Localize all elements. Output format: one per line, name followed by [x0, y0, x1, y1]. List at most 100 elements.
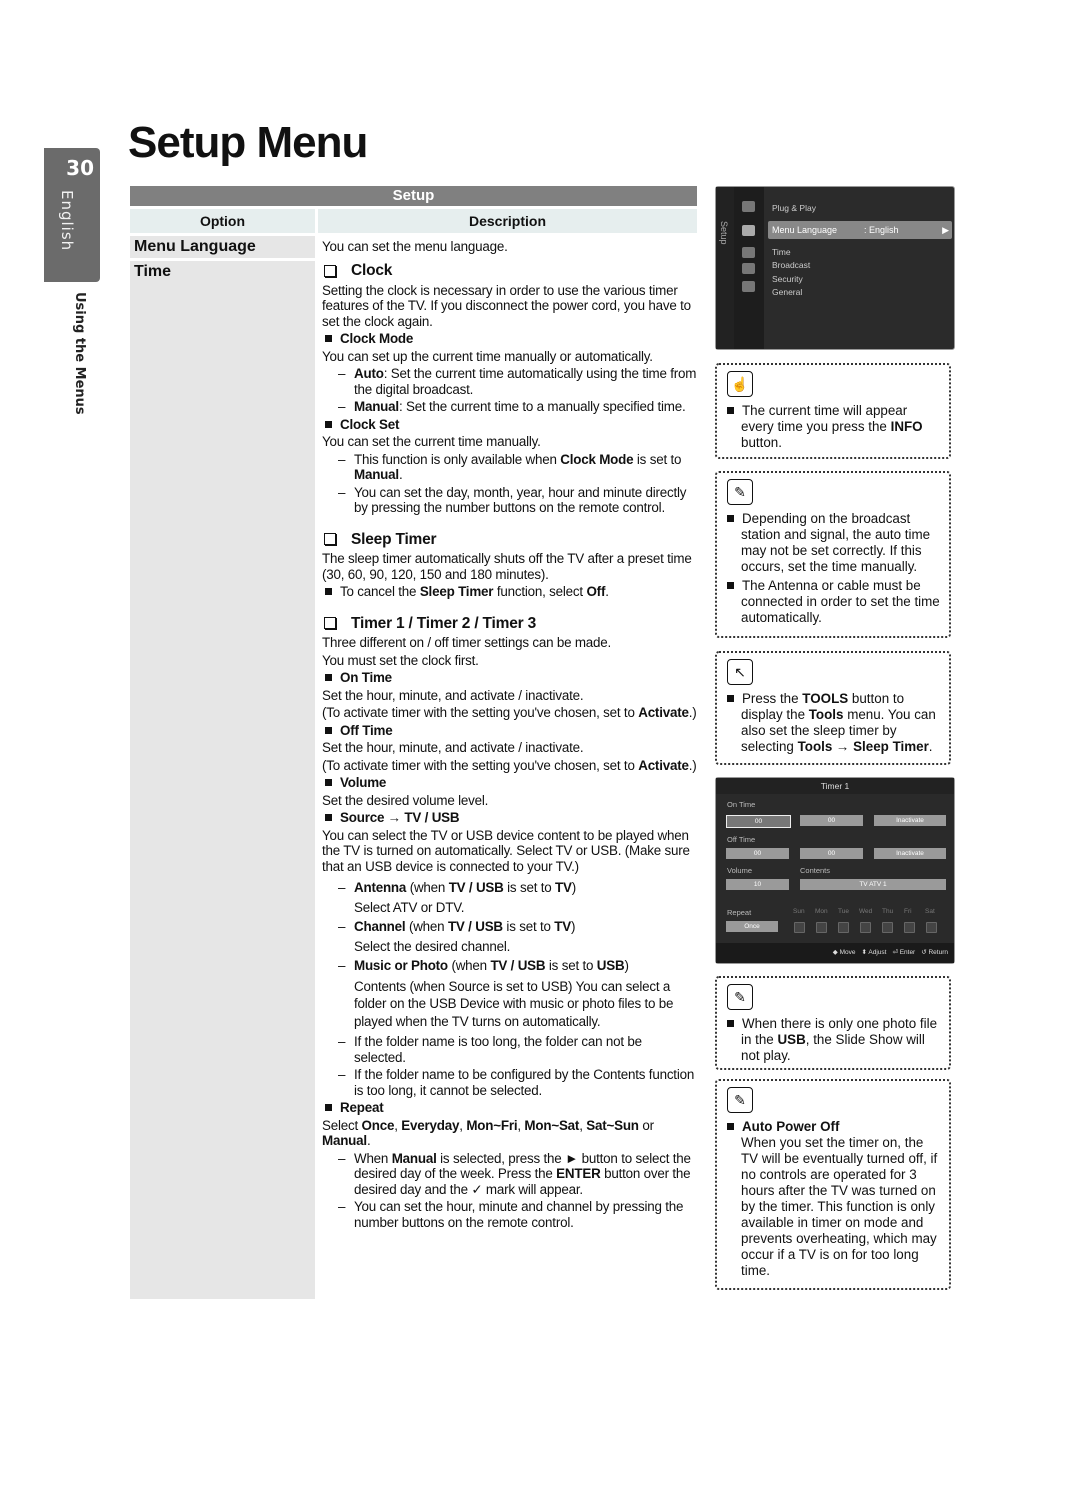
column-header-option: Option: [130, 209, 315, 233]
clock-mode-text: You can set up the current time manually…: [322, 348, 653, 364]
language-label: English: [58, 190, 76, 252]
manual-repeat-note: When Manual is selected, press the ► but…: [322, 1151, 697, 1198]
picture-icon: [742, 201, 755, 212]
final-note: You can set the hour, minute and channel…: [322, 1199, 697, 1230]
volume-title: Volume: [322, 775, 697, 791]
channel-text: Select the desired channel.: [354, 938, 511, 954]
day-checkbox: [882, 922, 893, 933]
off-hour-field: 00: [726, 848, 789, 859]
repeat-field: Once: [726, 921, 778, 932]
off-state-field: Inactivate: [874, 848, 946, 859]
auto-power-note-box: ✎ Auto Power Off When you set the timer …: [715, 1079, 951, 1290]
clock-mode-title: Clock Mode: [322, 331, 697, 347]
checkbox-bullet-icon: [324, 617, 336, 630]
square-bullet-icon: [727, 515, 734, 522]
on-time-activate: (To activate timer with the setting you'…: [322, 705, 697, 720]
info-note-box: ☝ The current time will appear every tim…: [715, 363, 951, 459]
clock-intro: Setting the clock is necessary in order …: [322, 282, 691, 329]
timer-screen-footer: ◆ Move ⬍ Adjust ⏎ Enter ↺ Return: [716, 943, 954, 963]
note-pencil-icon: ✎: [727, 479, 753, 505]
day-checkbox: [838, 922, 849, 933]
timers-heading: Timer 1 / Timer 2 / Timer 3: [322, 615, 697, 632]
contents-label: Contents: [800, 866, 831, 875]
input-icon: [742, 247, 755, 258]
broadcast-note-box: ✎ Depending on the broadcast station and…: [715, 471, 951, 638]
antenna-text: Select ATV or DTV.: [354, 899, 465, 915]
support-icon: [742, 281, 755, 292]
timers-text: You must set the clock first.: [322, 652, 479, 668]
channel-item: Channel (when TV / USB is set to TV): [322, 919, 697, 935]
sleep-timer-text: The sleep timer automatically shuts off …: [322, 551, 692, 582]
page-title: Setup Menu: [128, 118, 368, 167]
application-icon: [742, 263, 755, 274]
square-bullet-icon: [727, 695, 734, 702]
off-time-label: Off Time: [727, 835, 756, 844]
clock-set-note: This function is only available when Clo…: [322, 452, 697, 483]
clock-set-note: You can set the day, month, year, hour a…: [322, 485, 697, 516]
setup-table: Setup Option Description Menu Language Y…: [130, 186, 697, 1299]
square-bullet-icon: [727, 1020, 734, 1027]
volume-label: Volume: [727, 866, 753, 875]
square-bullet-icon: [325, 1104, 332, 1111]
folder-note: If the folder name is too long, the fold…: [322, 1034, 697, 1065]
timer-screen-title: Timer 1: [716, 778, 954, 794]
day-checkbox: [816, 922, 827, 933]
checkbox-bullet-icon: [324, 264, 336, 277]
tv-menu-highlight: Menu Language : English ▶: [768, 221, 952, 239]
repeat-text: Select Once, Everyday, Mon~Fri, Mon~Sat,…: [322, 1117, 654, 1149]
column-header-description: Description: [318, 209, 697, 233]
square-bullet-icon: [325, 726, 332, 734]
square-bullet-icon: [325, 420, 332, 428]
option-time: Time: [130, 261, 315, 1299]
repeat-label: Repeat: [727, 908, 752, 917]
on-time-label: On Time: [727, 800, 756, 809]
day-checkbox: [794, 922, 805, 933]
square-bullet-icon: [325, 674, 332, 681]
tv-menu-item: Plug & Play: [772, 203, 816, 213]
square-bullet-icon: [325, 779, 332, 786]
volume-field: 10: [726, 879, 789, 890]
volume-text: Set the desired volume level.: [322, 792, 489, 808]
music-item: Music or Photo (when TV / USB is set to …: [322, 958, 697, 974]
note-pencil-icon: ✎: [727, 1087, 753, 1113]
arrow-right-icon: ▶: [942, 225, 949, 235]
section-label: Using the Menus: [72, 292, 87, 415]
table-row: Menu Language You can set the menu langu…: [130, 236, 697, 258]
note-pencil-icon: ✎: [727, 984, 753, 1010]
clock-heading: Clock: [322, 263, 697, 279]
tools-menu-icon: ↖: [727, 659, 753, 685]
description-menu-language: You can set the menu language.: [322, 239, 508, 254]
tv-rail-label: Setup: [719, 221, 729, 245]
square-bullet-icon: [325, 814, 332, 821]
clock-set-title: Clock Set: [322, 417, 697, 433]
off-time-title: Off Time: [322, 723, 697, 739]
square-bullet-icon: [727, 582, 734, 589]
off-time-activate: (To activate timer with the setting you'…: [322, 757, 697, 773]
tv-menu-item: General: [772, 287, 803, 297]
day-checkbox: [926, 922, 937, 933]
square-bullet-icon: [325, 588, 332, 595]
description-time: Clock Setting the clock is necessary in …: [318, 261, 697, 1299]
square-bullet-icon: [727, 1123, 734, 1130]
off-minute-field: 00: [800, 848, 863, 859]
tv-menu-item: Time: [772, 246, 791, 257]
timers-text: Three different on / off timer settings …: [322, 635, 612, 650]
antenna-item: Antenna (when TV / USB is set to TV): [322, 880, 697, 896]
tv-menu-item: Broadcast: [772, 260, 811, 270]
repeat-title: Repeat: [322, 1100, 697, 1116]
square-bullet-icon: [727, 407, 734, 414]
day-checkbox: [860, 922, 871, 933]
on-state-field: Inactivate: [874, 815, 946, 826]
tv-setup-menu-screenshot: Setup Plug & Play Time Broadcast Securit…: [715, 186, 955, 350]
on-minute-field: 00: [800, 815, 863, 826]
square-bullet-icon: [325, 335, 332, 342]
page-number: 30: [66, 156, 94, 180]
setup-gear-icon: [742, 225, 755, 236]
checkbox-bullet-icon: [324, 533, 336, 546]
option-menu-language: Menu Language: [130, 236, 315, 258]
clock-set-text: You can set the current time manually.: [322, 434, 541, 449]
contents-field: TV ATV 1: [800, 879, 946, 890]
sleep-timer-heading: Sleep Timer: [322, 531, 697, 548]
sleep-timer-cancel: To cancel the Sleep Timer function, sele…: [322, 584, 697, 600]
tools-note-box: ↖ Press the TOOLS button to display the …: [715, 651, 951, 765]
